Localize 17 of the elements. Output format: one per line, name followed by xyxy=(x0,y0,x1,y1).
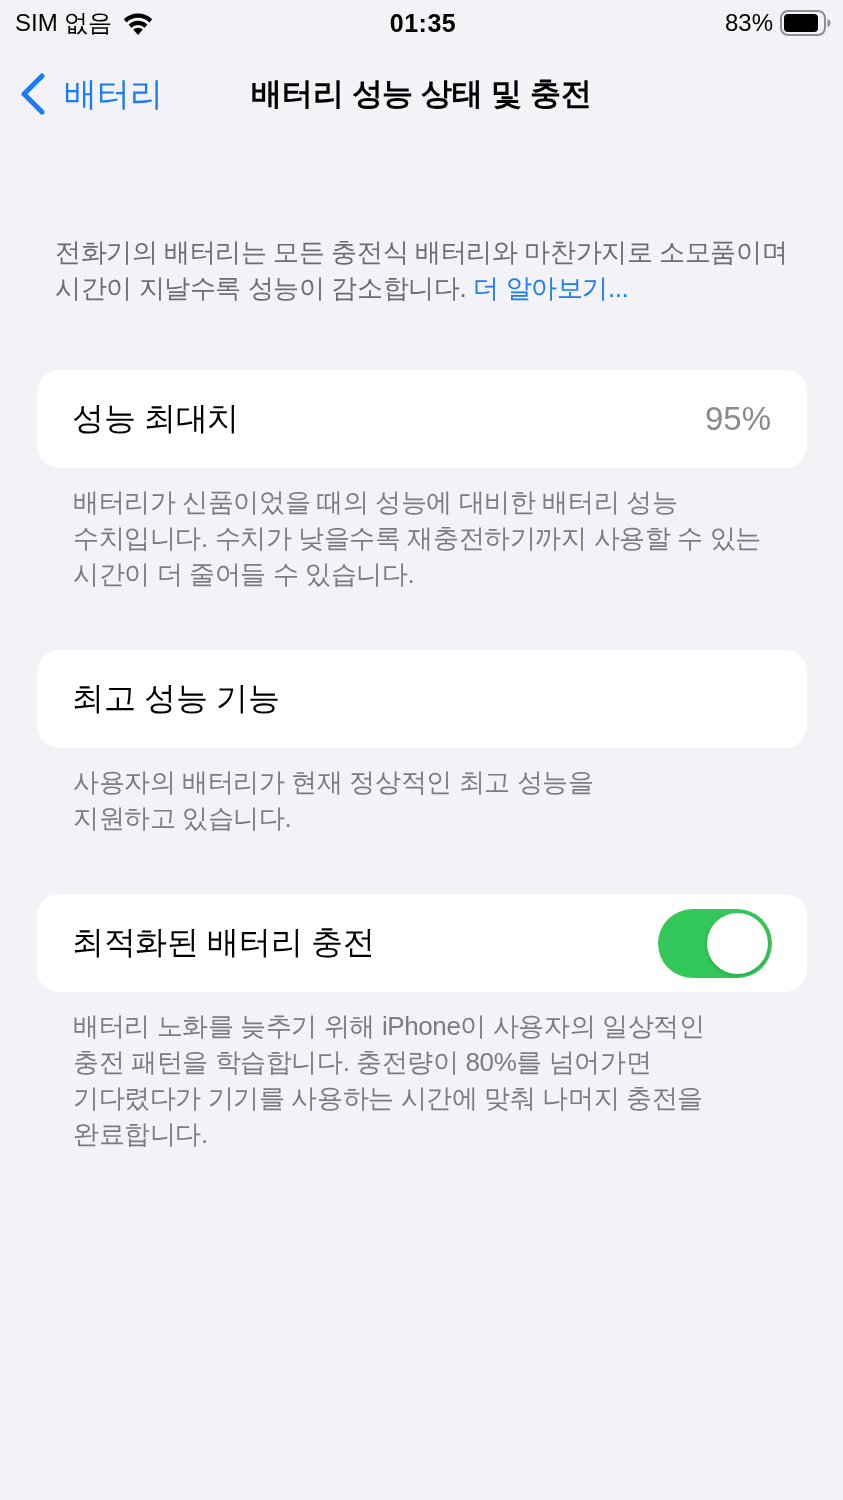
page-title: 배터리 성능 상태 및 충전 xyxy=(251,75,592,113)
battery-percent: 83% xyxy=(724,9,773,37)
learn-more-link[interactable]: 더 알아보기... xyxy=(473,273,629,303)
intro-text: 전화기의 배터리는 모든 충전식 배터리와 마찬가지로 소모품이며 시간이 지날수록 성능이 감소합니다. 더 알아보기... xyxy=(54,236,789,305)
chevron-left-icon xyxy=(20,73,46,115)
row-label: 최고 성능 기능 xyxy=(72,679,280,718)
back-button[interactable]: 배터리 xyxy=(20,71,163,117)
carrier-text: SIM 없음 xyxy=(15,8,113,38)
clock-time: 01:35 xyxy=(389,8,457,38)
battery-icon xyxy=(780,10,831,36)
section-footer-text: 배터리가 신품이었을 때의 성능에 대비한 배터리 성능 수치입니다. 수치가 낮을수록 재충전하기까지 사용할 수 있는 시간이 더 줄어들 수 있습니다. xyxy=(72,486,762,591)
row-value: 95% xyxy=(704,400,771,438)
section-footer-text: 배터리 노화를 늦추기 위해 iPhone이 사용자의 일상적인 충전 패턴을 학습합니다. 충전량이 80%를 넘어가면 기다렸다가 기기를 사용하는 시간에 맞춰 나머지 충전을 완료합니다. xyxy=(72,1010,706,1151)
wifi-icon xyxy=(122,11,155,35)
row-label: 최적화된 배터리 충전 xyxy=(72,923,375,962)
section-footer-text: 사용자의 배터리가 현재 정상적인 최고 성능을 지원하고 있습니다. xyxy=(72,766,595,835)
row-label: 성능 최대치 xyxy=(72,399,240,438)
